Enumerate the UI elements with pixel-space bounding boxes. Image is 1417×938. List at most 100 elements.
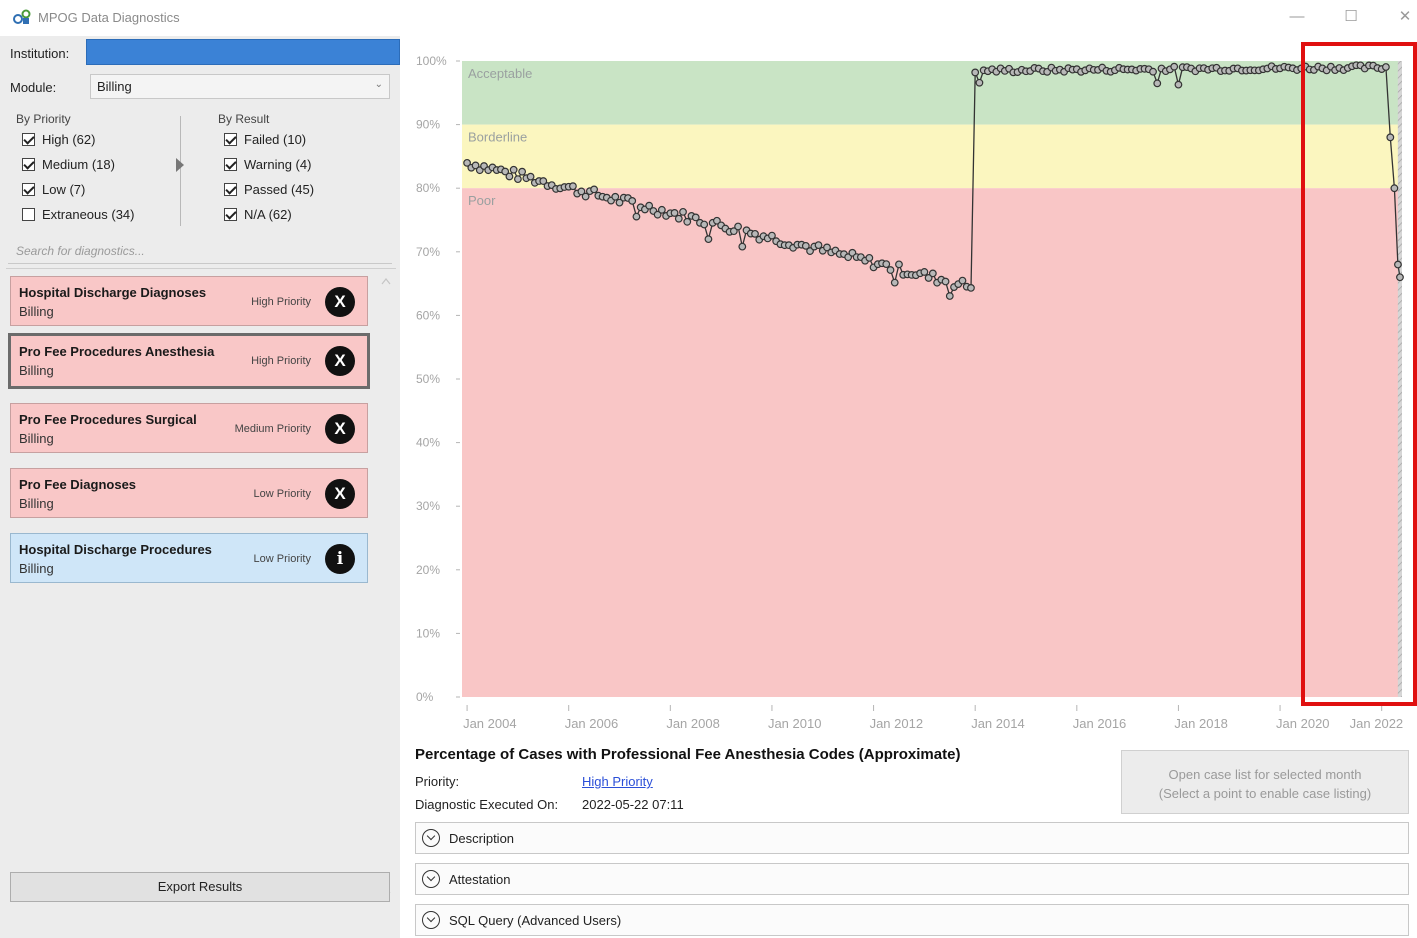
diagnostic-card-priority: Medium Priority — [234, 423, 311, 435]
data-point — [886, 266, 895, 274]
diagnostic-card[interactable]: Hospital Discharge Diagnoses Billing High … — [10, 276, 368, 326]
priority-link[interactable]: High Priority — [582, 774, 653, 789]
divider — [6, 268, 396, 269]
data-point — [628, 196, 637, 205]
window-title: MPOG Data Diagnostics — [38, 10, 180, 25]
data-point — [505, 172, 514, 181]
x-tick-label: Jan 2012 — [870, 716, 924, 731]
x-tick-label: Jan 2006 — [565, 716, 619, 731]
diagnostic-card-priority: Low Priority — [253, 488, 311, 500]
data-point — [1394, 260, 1402, 269]
open-case-list-line2: (Select a point to enable case listing) — [1158, 786, 1372, 801]
data-point — [928, 269, 937, 278]
checkbox[interactable] — [224, 208, 237, 221]
diagnostic-card[interactable]: Hospital Discharge Procedures Billing Low … — [10, 533, 368, 583]
diagnostic-trend-chart[interactable]: Acceptable Borderline Poor 0% 10% 20% 30% 40% 50… — [400, 36, 1417, 741]
export-results-button[interactable]: Export Results — [10, 872, 390, 902]
module-select[interactable]: Billing ⌄ — [90, 74, 390, 99]
diagnostic-card[interactable]: Pro Fee Procedures Anesthesia Billing High… — [8, 333, 370, 389]
failed-x-icon: X — [325, 479, 355, 509]
y-tick-label: 50% — [416, 372, 440, 386]
priority-filter-1[interactable]: Medium (18) — [22, 157, 115, 175]
data-point — [1174, 80, 1183, 89]
data-point — [700, 220, 709, 229]
data-point — [670, 209, 679, 217]
checkbox[interactable] — [22, 133, 35, 146]
diagnostic-card-module: Billing — [19, 561, 54, 576]
checkbox[interactable] — [22, 183, 35, 196]
diagnostic-title: Percentage of Cases with Professional Fe… — [415, 746, 961, 763]
y-tick-label: 20% — [416, 563, 440, 577]
data-point — [975, 78, 984, 87]
y-tick-label: 30% — [416, 499, 440, 513]
close-button[interactable]: ✕ — [1390, 6, 1417, 28]
open-case-list-button[interactable]: Open case list for selected month (Selec… — [1121, 750, 1409, 814]
info-icon: i — [325, 544, 355, 574]
open-case-list-line1: Open case list for selected month — [1168, 767, 1362, 782]
data-point — [1153, 79, 1162, 88]
data-point — [882, 260, 891, 269]
band-poor — [462, 188, 1402, 697]
diagnostic-card[interactable]: Pro Fee Diagnoses Billing Low Priority X — [10, 468, 368, 518]
diagnostic-card-title: Pro Fee Procedures Anesthesia — [19, 344, 215, 359]
priority-filter-3[interactable]: Extraneous (34) — [22, 207, 135, 225]
diagnostic-card-title: Pro Fee Procedures Surgical — [19, 412, 197, 427]
diagnostic-card-title: Hospital Discharge Procedures — [19, 542, 212, 557]
diagnostic-card[interactable]: Pro Fee Procedures Surgical Billing Medium… — [10, 403, 368, 453]
expand-chevron-icon — [422, 911, 440, 929]
executed-value: 2022-05-22 07:11 — [582, 797, 684, 812]
checkbox[interactable] — [22, 208, 35, 221]
y-tick-label: 80% — [416, 181, 440, 195]
minimize-button[interactable]: — — [1282, 6, 1312, 28]
sql-query-expander[interactable]: SQL Query (Advanced Users) — [415, 904, 1409, 936]
priority-filter-label: Low (7) — [42, 182, 86, 197]
diagnostics-search-input[interactable]: Search for diagnostics... — [8, 240, 392, 264]
checkbox[interactable] — [224, 183, 237, 196]
data-point — [1386, 133, 1395, 142]
data-point — [958, 276, 967, 285]
data-point — [890, 278, 899, 287]
chevron-down-icon: ⌄ — [374, 79, 383, 90]
incomplete-month-region — [1397, 61, 1402, 697]
module-label: Module: — [10, 80, 57, 95]
diagnostic-card-module: Billing — [19, 496, 54, 511]
data-point — [1396, 273, 1404, 282]
scrollbar-arrows — [381, 278, 391, 898]
diagnostic-card-priority: Low Priority — [253, 553, 311, 565]
checkbox[interactable] — [224, 158, 237, 171]
data-point — [509, 165, 518, 174]
data-point — [945, 292, 954, 300]
description-expander[interactable]: Description — [415, 822, 1409, 854]
data-point — [704, 235, 713, 244]
priority-filter-0[interactable]: High (62) — [22, 132, 95, 150]
app-logo-icon — [13, 9, 31, 24]
result-filter-1[interactable]: Warning (4) — [224, 157, 311, 175]
diagnostic-card-module: Billing — [19, 363, 54, 378]
data-point — [590, 185, 599, 194]
priority-filter-label: Extraneous (34) — [42, 207, 135, 222]
data-point — [674, 214, 683, 223]
by-priority-title: By Priority — [16, 112, 71, 126]
result-filter-2[interactable]: Passed (45) — [224, 182, 314, 200]
x-tick-label: Jan 2022 — [1350, 716, 1404, 731]
collapse-arrow-icon[interactable] — [176, 158, 184, 172]
expand-chevron-icon — [422, 829, 440, 847]
attestation-expander[interactable]: Attestation — [415, 863, 1409, 895]
x-tick-label: Jan 2020 — [1276, 716, 1330, 731]
result-filter-0[interactable]: Failed (10) — [224, 132, 306, 150]
checkbox[interactable] — [224, 133, 237, 146]
data-point — [611, 192, 620, 201]
data-point — [738, 242, 747, 251]
maximize-button[interactable]: ☐ — [1336, 6, 1366, 28]
list-scrollbar[interactable] — [378, 274, 394, 902]
band-label: Acceptable — [468, 66, 532, 81]
checkbox[interactable] — [22, 158, 35, 171]
priority-filter-label: Medium (18) — [42, 157, 115, 172]
y-tick-label: 90% — [416, 118, 440, 132]
data-point — [518, 167, 527, 176]
institution-field[interactable] — [86, 39, 400, 65]
data-point — [632, 212, 641, 221]
result-filter-3[interactable]: N/A (62) — [224, 207, 292, 225]
priority-filter-2[interactable]: Low (7) — [22, 182, 85, 200]
priority-label: Priority: — [415, 774, 460, 789]
